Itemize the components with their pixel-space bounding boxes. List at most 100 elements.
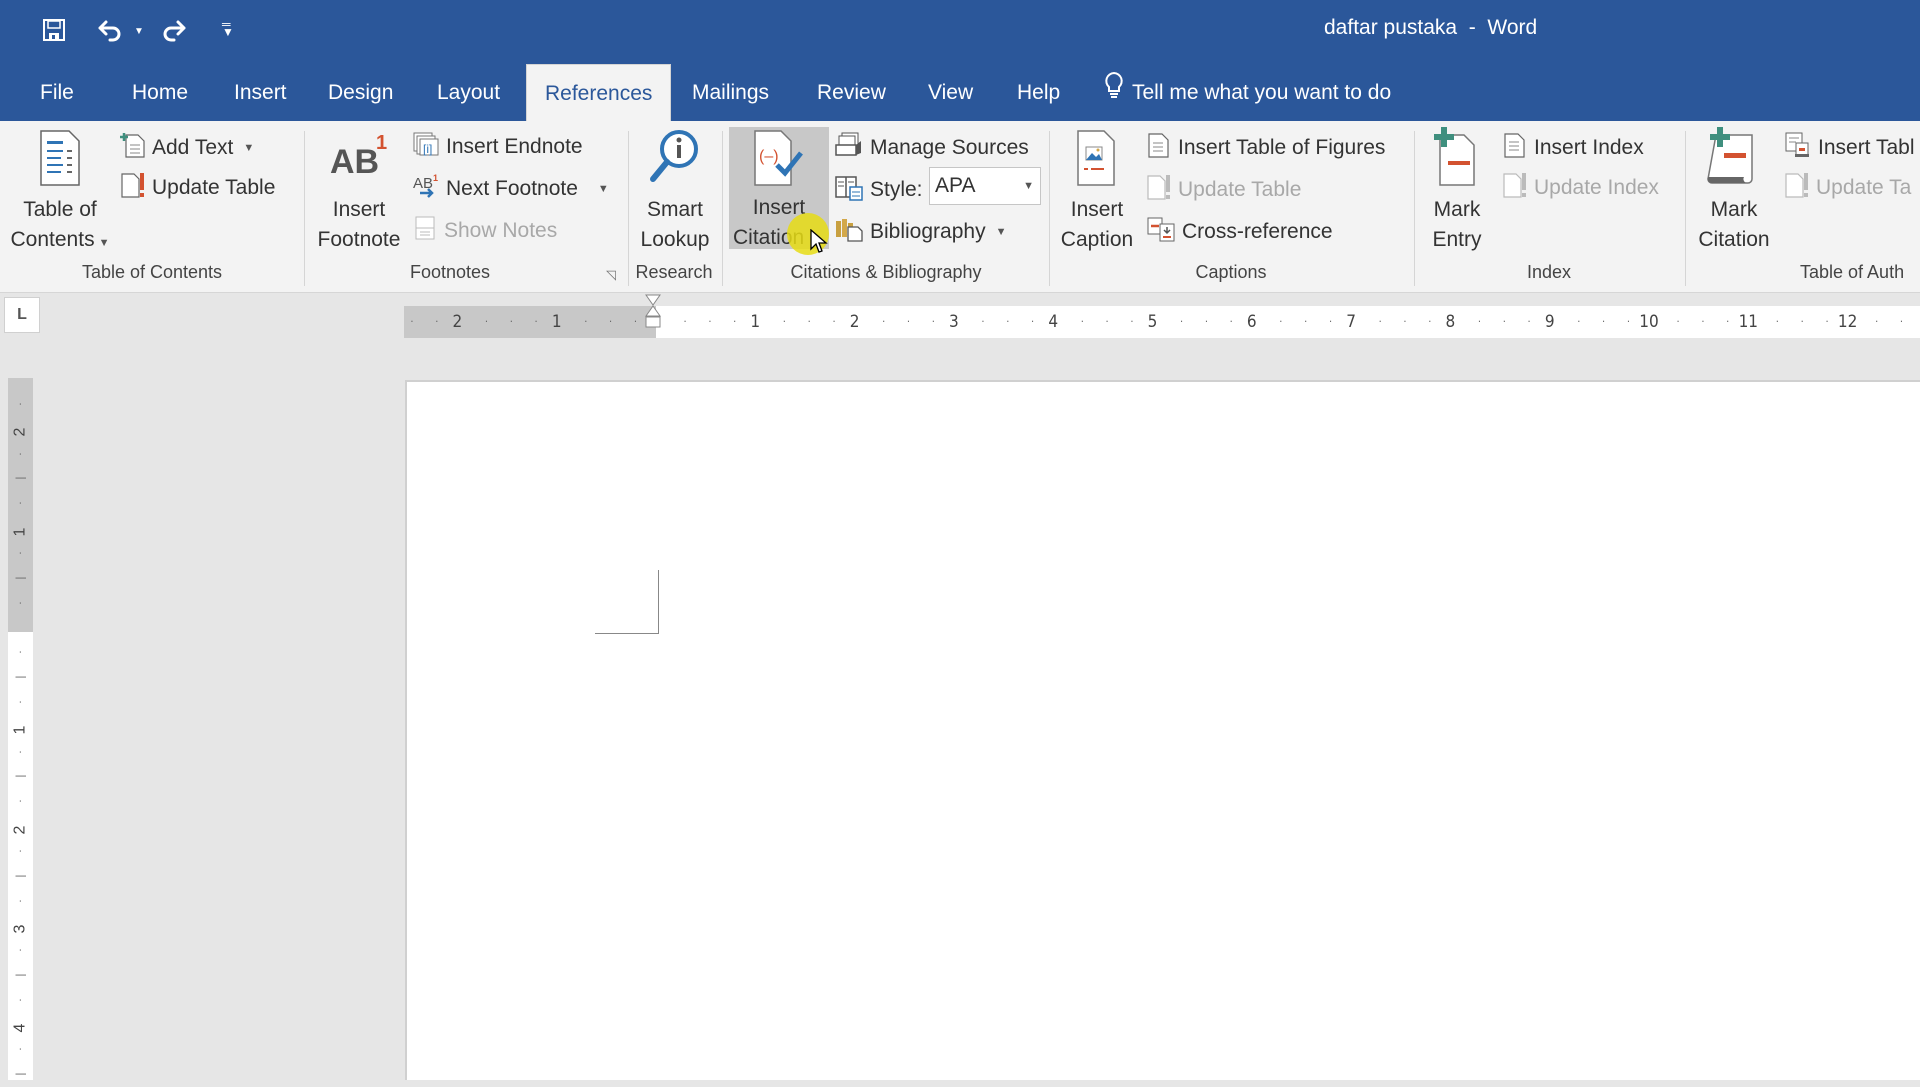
horizontal-ruler[interactable]: 2 1 1 2 3 4 5 6 7 8 9 10 11 12 · · · · · · · · · · · · · · · · · · · · · · ·…: [404, 306, 1920, 338]
insert-table-of-authorities-button[interactable]: Insert Tabl: [1784, 131, 1915, 165]
ruler-minor-tick: ·: [14, 700, 27, 704]
dialog-launcher-icon[interactable]: ◹: [606, 267, 616, 283]
tab-review[interactable]: Review: [813, 64, 890, 121]
tab-help[interactable]: Help: [1013, 64, 1064, 121]
chevron-down-icon: ▼: [1023, 180, 1034, 192]
next-footnote-label: Next Footnote: [446, 177, 578, 200]
title-bar: ▼ ═ ▼ daftar pustaka - Word: [0, 0, 1920, 64]
insert-caption-label-1: Insert: [1070, 198, 1124, 221]
style-dropdown[interactable]: APA ▼: [929, 167, 1041, 205]
insert-footnote-button[interactable]: AB 1 Insert Footnote: [310, 127, 408, 255]
customize-qat-icon[interactable]: ═ ▼: [222, 18, 234, 38]
tab-file[interactable]: File: [36, 64, 78, 121]
update-table-label: Update Ta: [1816, 176, 1912, 199]
ruler-minor-tick: ·: [782, 315, 786, 328]
ruler-minor-tick: ·: [14, 551, 27, 555]
chevron-down-icon: ▼: [98, 237, 110, 249]
add-text-button[interactable]: Add Text ▼: [120, 131, 254, 165]
manage-sources-icon: [834, 131, 864, 165]
update-index-button[interactable]: Update Index: [1502, 171, 1659, 205]
ruler-minor-tick: ·: [981, 315, 985, 328]
ruler-minor-tick: ·: [1328, 315, 1333, 328]
insert-table-of-figures-icon: [1146, 131, 1172, 165]
bibliography-button[interactable]: Bibliography ▼: [834, 215, 1006, 249]
bibliography-label: Bibliography: [870, 220, 986, 243]
update-table-toc-button[interactable]: Update Table: [120, 171, 275, 205]
ruler-minor-tick: ·: [708, 315, 712, 328]
table-of-contents-icon: [37, 127, 83, 187]
bibliography-icon: [834, 215, 864, 249]
tab-view[interactable]: View: [924, 64, 977, 121]
margin-corner-marker: [595, 570, 659, 634]
chevron-down-icon[interactable]: ▼: [598, 183, 609, 195]
next-footnote-button[interactable]: AB 1 Next Footnote ▼: [412, 173, 609, 205]
ruler-minor-tick: ·: [14, 948, 27, 952]
group-separator: [1685, 131, 1686, 286]
show-notes-button[interactable]: Show Notes: [414, 215, 557, 247]
ruler-minor-tick: ·: [14, 997, 27, 1002]
ruler-label: 12: [1837, 312, 1858, 332]
insert-caption-icon: [1074, 127, 1120, 187]
insert-caption-button[interactable]: Insert Caption: [1054, 127, 1140, 255]
style-value: APA: [935, 174, 976, 197]
smart-lookup-label-2: Lookup: [640, 228, 710, 251]
update-table-icon: [120, 171, 146, 205]
insert-table-of-figures-button[interactable]: Insert Table of Figures: [1146, 131, 1385, 165]
ruler-minor-tick: ·: [1775, 315, 1779, 328]
mark-entry-label-2: Entry: [1432, 228, 1482, 251]
ruler-label: 7: [1346, 312, 1356, 332]
table-of-contents-button[interactable]: Table of Contents ▼: [8, 127, 112, 258]
ruler-minor-tick: ·: [509, 315, 513, 328]
ruler-minor-tick: ·: [1130, 315, 1134, 328]
ruler-minor-tick: ·: [435, 315, 439, 328]
ruler-minor-tick: ·: [1105, 315, 1109, 328]
indent-marker-icon[interactable]: [645, 294, 661, 334]
save-icon[interactable]: [42, 18, 66, 47]
ruler-label: 6: [1246, 312, 1257, 332]
tab-stop-selector[interactable]: L: [4, 297, 40, 333]
svg-text:(–): (–): [759, 148, 779, 165]
show-notes-icon: [414, 215, 438, 247]
ruler-minor-tick: ·: [534, 315, 538, 328]
mark-entry-button[interactable]: Mark Entry: [1420, 127, 1494, 255]
ruler-minor-tick: ·: [882, 315, 886, 328]
insert-endnote-button[interactable]: [i] Insert Endnote: [412, 131, 583, 163]
ruler-minor-tick: |: [14, 675, 27, 679]
undo-dropdown-icon[interactable]: ▼: [134, 26, 144, 37]
ruler-minor-tick: ·: [1080, 315, 1084, 328]
insert-index-icon: [1502, 131, 1528, 165]
ruler-minor-tick: ·: [14, 402, 27, 406]
tab-mailings[interactable]: Mailings: [688, 64, 773, 121]
smart-lookup-button[interactable]: Smart Lookup: [632, 127, 718, 255]
tell-me-search[interactable]: Tell me what you want to do: [1104, 64, 1391, 121]
insert-index-button[interactable]: Insert Index: [1502, 131, 1644, 165]
update-table-authorities-button[interactable]: Update Ta: [1784, 171, 1911, 205]
ruler-label: 9: [1544, 312, 1555, 332]
ruler-minor-tick: ·: [633, 315, 637, 328]
ruler-minor-tick: ·: [1204, 315, 1208, 328]
ruler-minor-tick: ·: [832, 315, 836, 328]
tab-home[interactable]: Home: [128, 64, 192, 121]
manage-sources-button[interactable]: Manage Sources: [834, 131, 1029, 165]
mark-citation-label-1: Mark: [1710, 198, 1758, 221]
mouse-pointer-icon: [810, 228, 828, 260]
update-table-captions-button[interactable]: Update Table: [1146, 173, 1301, 207]
table-of-contents-label-1: Table of: [23, 198, 97, 221]
tab-references[interactable]: References: [526, 64, 672, 122]
ruler-minor-tick: ·: [609, 315, 613, 328]
ruler-minor-tick: |: [14, 477, 27, 480]
svg-text:1: 1: [376, 132, 387, 154]
tab-design[interactable]: Design: [324, 64, 397, 121]
vertical-ruler[interactable]: 2 1 1 2 3 4 · · | · · | · · | · · | · · | · · | · · |: [8, 378, 33, 1080]
svg-text:[i]: [i]: [423, 142, 432, 156]
undo-icon[interactable]: [96, 18, 124, 49]
ruler-minor-tick: ·: [931, 315, 935, 328]
ruler-minor-tick: ·: [1875, 315, 1879, 328]
document-page[interactable]: [405, 380, 1920, 1080]
chevron-down-icon: ▼: [995, 226, 1007, 238]
tab-insert[interactable]: Insert: [230, 64, 291, 121]
cross-reference-button[interactable]: Cross-reference: [1146, 215, 1333, 249]
tab-layout[interactable]: Layout: [433, 64, 504, 121]
mark-citation-button[interactable]: Mark Citation: [1692, 127, 1776, 255]
redo-icon[interactable]: [160, 18, 188, 49]
